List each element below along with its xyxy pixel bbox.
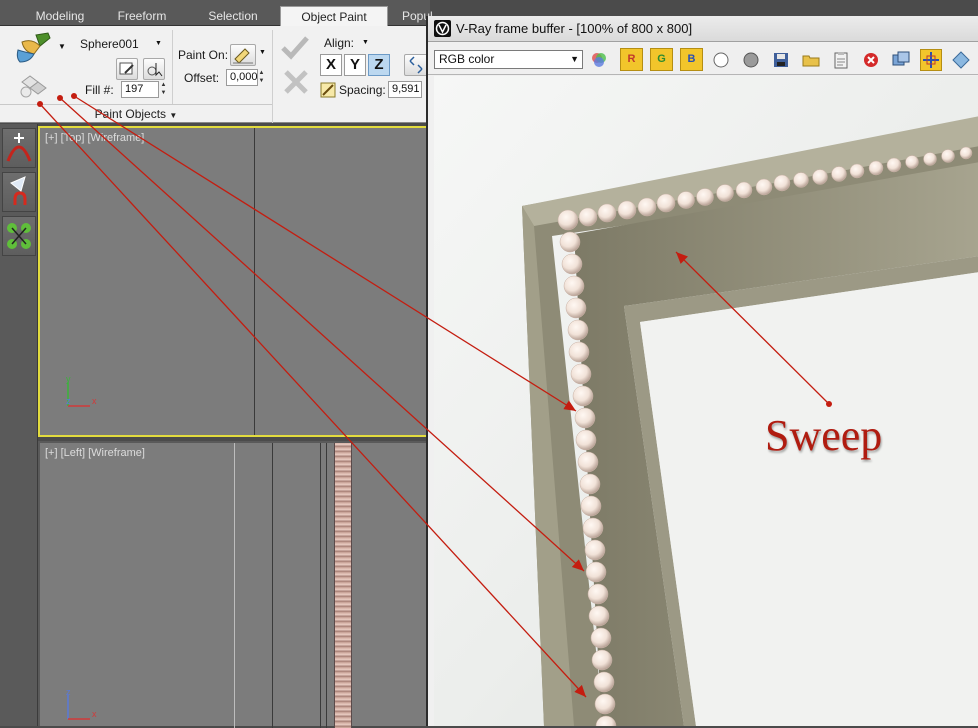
fill-label: Fill #:	[85, 83, 114, 97]
vray-frame-buffer-window: V-Ray frame buffer - [100% of 800 x 800]…	[426, 16, 978, 726]
motion-dots-icon[interactable]	[2, 216, 36, 256]
fill-count-field[interactable]: 197	[121, 81, 159, 98]
copy-clipboard-icon[interactable]	[832, 51, 850, 69]
channel-select-value: RGB color	[439, 52, 495, 66]
viewport-top-gizmo: y z x	[64, 374, 104, 412]
fill-objects-icon[interactable]	[16, 70, 52, 100]
spacing-field[interactable]: 9,591	[388, 81, 422, 98]
cancel-x-icon[interactable]	[282, 68, 310, 96]
axis-y-button[interactable]: Y	[344, 54, 366, 76]
axis-z-button[interactable]: Z	[368, 54, 390, 76]
paint-on-surface-button[interactable]	[230, 44, 256, 66]
tab-modeling[interactable]: Modeling	[22, 6, 98, 26]
duplicate-to-max-icon[interactable]	[892, 51, 910, 69]
paint-objects-panel-title[interactable]: Paint Objects ▼	[0, 104, 272, 123]
edit-object-list-button[interactable]	[116, 58, 138, 80]
red-channel-button[interactable]: R	[620, 48, 643, 71]
paint-object-name[interactable]: Sphere001	[80, 37, 139, 51]
channel-dropdown-icon: ▼	[570, 54, 579, 64]
object-paint-ribbon: ▼ Sphere001 ▼ Fill #: 197 ▲ ▼ Paint On: ▼…	[0, 26, 430, 123]
paint-on-label: Paint On:	[178, 48, 229, 62]
gizmo-x: x	[92, 396, 97, 406]
track-mouse-icon[interactable]	[920, 49, 942, 71]
paint-brush-icon[interactable]	[14, 32, 52, 66]
align-label: Align:	[324, 36, 355, 50]
bead-string-top	[557, 146, 973, 726]
tab-object-paint[interactable]: Object Paint	[280, 6, 388, 27]
green-channel-button[interactable]: G	[650, 48, 673, 71]
gizmo-left-x: x	[92, 709, 97, 719]
axis-x-button[interactable]: X	[320, 54, 342, 76]
viewport-left[interactable]: [+] [Left] [Wireframe] z x	[38, 441, 430, 728]
align-to-normal-icon[interactable]	[404, 54, 428, 76]
gizmo-left-z: z	[66, 687, 71, 697]
spacing-label: Spacing:	[339, 83, 386, 97]
vfb-titlebar[interactable]: V-Ray frame buffer - [100% of 800 x 800]	[428, 16, 978, 42]
vray-logo-icon	[434, 20, 451, 37]
monochrome-icon[interactable]	[742, 51, 760, 69]
alpha-white-icon[interactable]	[712, 51, 730, 69]
fill-spinner[interactable]: ▲ ▼	[160, 81, 167, 98]
left-command-strip	[0, 124, 38, 726]
clear-image-icon[interactable]	[862, 51, 880, 69]
open-image-icon[interactable]	[802, 51, 820, 69]
viewport-top-label[interactable]: [+] [Top] [Wireframe]	[45, 132, 144, 144]
hierarchy-icon[interactable]	[2, 172, 36, 212]
pick-object-button[interactable]	[143, 58, 165, 80]
commit-check-icon[interactable]	[280, 34, 310, 60]
sweep-annotation-label: Sweep	[765, 411, 883, 460]
tab-selection[interactable]: Selection	[194, 6, 272, 26]
vfb-title: V-Ray frame buffer - [100% of 800 x 800]	[456, 21, 693, 36]
viewport-left-gizmo: z x	[64, 687, 104, 725]
save-image-icon[interactable]	[772, 51, 790, 69]
blue-channel-button[interactable]: B	[680, 48, 703, 71]
lens-effects-icon[interactable]	[952, 51, 970, 69]
gizmo-z: z	[66, 396, 71, 406]
color-channels-icon[interactable]	[590, 51, 608, 69]
paint-on-dropdown-icon[interactable]: ▼	[259, 49, 266, 56]
panel-expand-icon: ▼	[169, 111, 178, 120]
offset-field[interactable]: 0,000	[226, 69, 258, 86]
offset-label: Offset:	[184, 71, 220, 85]
brush-dropdown-icon[interactable]: ▼	[58, 42, 66, 51]
viewport-left-label[interactable]: [+] [Left] [Wireframe]	[45, 447, 145, 459]
align-dropdown-icon[interactable]: ▼	[362, 39, 369, 46]
panel-title-text: Paint Objects	[94, 107, 167, 121]
channel-select[interactable]: RGB color ▼	[434, 50, 583, 69]
tab-freeform[interactable]: Freeform	[104, 6, 180, 26]
gizmo-y: y	[66, 374, 71, 384]
offset-spinner[interactable]: ▲ ▼	[258, 69, 265, 86]
frame-profile-wireframe	[334, 443, 352, 728]
rendered-image[interactable]	[434, 76, 978, 726]
vfb-toolbar: RGB color ▼ R G B	[428, 43, 978, 75]
spacing-icon	[320, 82, 336, 98]
object-dropdown-icon[interactable]: ▼	[155, 40, 162, 47]
viewport-top[interactable]: [+] [Top] [Wireframe] y z x	[38, 126, 430, 437]
ribbon-tab-bar: Modeling Freeform Selection Object Paint…	[0, 0, 433, 27]
create-curve-icon[interactable]	[2, 128, 36, 168]
